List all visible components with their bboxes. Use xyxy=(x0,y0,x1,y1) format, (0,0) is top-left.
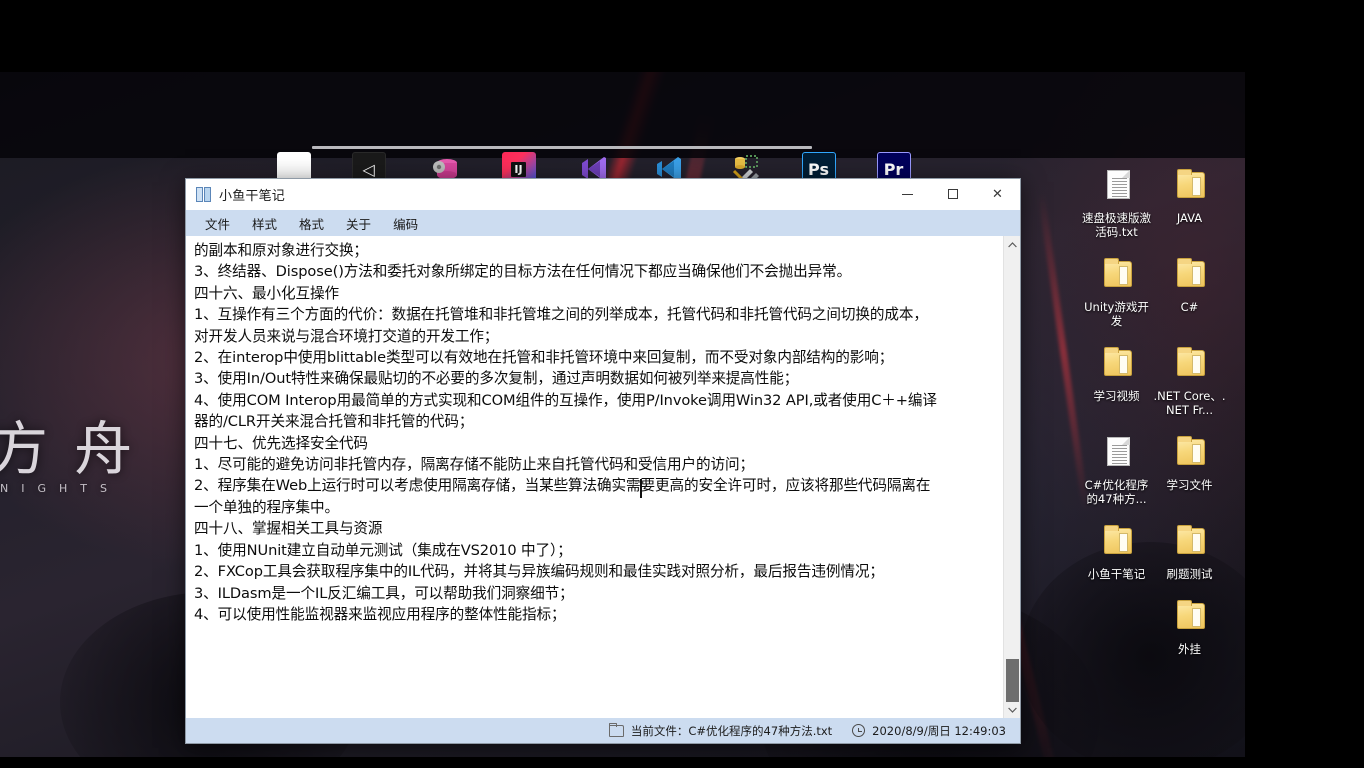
desktop-icon-folder-unity[interactable]: Unity游戏开发 xyxy=(1080,257,1153,328)
folder-icon xyxy=(1096,257,1138,297)
menu-item-file[interactable]: 文件 xyxy=(194,210,241,237)
text-file-icon xyxy=(1096,168,1138,208)
scrollbar-thumb[interactable] xyxy=(1006,659,1019,702)
scroll-up-arrow-icon[interactable] xyxy=(1004,236,1020,253)
editor-line: 的副本和原对象进行交换； xyxy=(194,242,368,259)
desktop: 方舟 NIGHTS ◁ Unity Hub ◁ Unity 2019.4.6..… xyxy=(0,0,1364,768)
menu-item-style[interactable]: 样式 xyxy=(241,210,288,237)
desktop-icon-text-file[interactable]: 速盘极速版激活码.txt xyxy=(1080,168,1153,239)
menu-item-encoding[interactable]: 编码 xyxy=(382,210,429,237)
letterbox-bottom xyxy=(0,757,1364,768)
folder-icon xyxy=(608,722,624,737)
folder-icon xyxy=(1169,599,1211,639)
status-current-file: 当前文件：C#优化程序的47种方法.txt xyxy=(630,723,833,738)
window-titlebar[interactable]: 小鱼干笔记 ✕ xyxy=(186,179,1020,210)
program-dock: ◁ Unity Hub ◁ Unity 2019.4.6... P xyxy=(0,72,1245,216)
desktop-icon-label: C# xyxy=(1180,300,1199,314)
menu-item-format[interactable]: 格式 xyxy=(288,210,335,237)
folder-icon xyxy=(1169,257,1211,297)
desktop-icon-label: JAVA xyxy=(1176,211,1203,225)
editor-line: 四十八、掌握相关工具与资源 xyxy=(194,520,383,538)
window-statusbar: 当前文件：C#优化程序的47种方法.txt 2020/8/9/周日 12:49:… xyxy=(186,718,1020,743)
text-file-icon xyxy=(1096,435,1138,475)
editor-line: 1、尽可能的避免访问非托管内存，隔离存储不能防止来自托管代码和受信用户的访问； xyxy=(194,456,754,474)
folder-icon xyxy=(1169,524,1211,564)
desktop-icon-folder-quiz[interactable]: 刷题测试 xyxy=(1153,524,1226,581)
desktop-icon-folder-study-video[interactable]: 学习视频 xyxy=(1080,346,1153,417)
desktop-icon-label: .NET Core、.NET Fr... xyxy=(1153,389,1226,417)
maximize-icon xyxy=(947,189,958,199)
minimize-button[interactable] xyxy=(885,179,930,210)
desktop-icon-folder-study-files[interactable]: 学习文件 xyxy=(1153,435,1226,506)
desktop-icon-label: 刷题测试 xyxy=(1166,567,1213,581)
window-title: 小鱼干笔记 xyxy=(219,188,286,204)
desktop-icon-label: Unity游戏开发 xyxy=(1084,300,1149,328)
editor-line: 2、程序集在Web上运行时可以考虑使用隔离存储，当某些算法确实需要更高的安全许可… xyxy=(194,477,931,495)
window-controls: ✕ xyxy=(885,179,1020,210)
letterbox-right xyxy=(1245,0,1364,768)
editor-area: 的副本和原对象进行交换； 3、终结器、Dispose()方法和委托对象所绑定的目… xyxy=(186,236,1020,718)
wallpaper-wordmark-cjk: 方舟 xyxy=(0,415,159,483)
editor-line: 1、互操作有三个方面的代价：数据在托管堆和非托管堆之间的列举成本，托管代码和非托… xyxy=(194,306,928,324)
maximize-button[interactable] xyxy=(930,179,975,210)
menu-item-about[interactable]: 关于 xyxy=(335,210,382,237)
dock-divider-line xyxy=(312,146,812,149)
desktop-icon-folder-java[interactable]: JAVA xyxy=(1153,168,1226,239)
notebook-icon xyxy=(196,186,212,202)
vertical-scrollbar[interactable] xyxy=(1003,236,1020,718)
editor-line: 2、FXCop工具会获取程序集中的IL代码，并将其与异族编码规则和最佳实践对照分… xyxy=(194,563,884,581)
editor-line: 对开发人员来说与混合环境打交道的开发工作； xyxy=(194,327,499,345)
editor-line: 器的/CLR开关来混合托管和非托管的代码； xyxy=(194,413,474,431)
editor-line: 3、ILDasm是一个IL反汇编工具，可以帮助我们洞察细节； xyxy=(194,584,574,602)
wallpaper-wordmark-latin: NIGHTS xyxy=(0,482,120,495)
folder-icon xyxy=(1169,346,1211,386)
desktop-icon-label: 外挂 xyxy=(1178,642,1201,656)
editor-line: 3、终结器、Dispose()方法和委托对象所绑定的目标方法在任何情况下都应当确… xyxy=(194,263,852,281)
folder-icon xyxy=(1096,346,1138,386)
window-menubar: 文件 样式 格式 关于 编码 xyxy=(186,210,1020,236)
desktop-icon-label: 速盘极速版激活码.txt xyxy=(1082,211,1151,239)
notepad-window[interactable]: 小鱼干笔记 ✕ 文件 样式 格式 关于 编码 的副本和原对象进行交换； 3、终结… xyxy=(185,178,1021,744)
status-datetime: 2020/8/9/周日 12:49:03 xyxy=(872,723,1006,738)
desktop-icon-folder-notes[interactable]: 小鱼干笔记 xyxy=(1080,524,1153,581)
editor-line: 4、使用COM Interop用最简单的方式实现和COM组件的互操作，使用P/I… xyxy=(194,391,937,409)
wallpaper-wordmark: 方舟 NIGHTS xyxy=(0,402,180,522)
desktop-icon-grid: 速盘极速版激活码.txt JAVA Unity游戏开发 C# 学习视频 .NET… xyxy=(1080,168,1226,656)
editor-line: 1、使用NUnit建立自动单元测试（集成在VS2010 中了）； xyxy=(194,541,572,559)
editor-line: 四十七、优先选择安全代码 xyxy=(194,434,368,452)
close-button[interactable]: ✕ xyxy=(975,179,1020,210)
text-caret xyxy=(640,479,642,498)
minimize-icon xyxy=(902,193,913,195)
editor-line: 3、使用In/Out特性来确保最贴切的不必要的多次复制，通过声明数据如何被列举来… xyxy=(194,370,799,388)
letterbox-top xyxy=(0,0,1364,72)
folder-icon xyxy=(1169,168,1211,208)
scroll-down-arrow-icon[interactable] xyxy=(1004,701,1020,718)
clock-icon xyxy=(852,724,866,737)
desktop-icon-folder-dotnet[interactable]: .NET Core、.NET Fr... xyxy=(1153,346,1226,417)
folder-icon xyxy=(1169,435,1211,475)
editor-line: 4、可以使用性能监视器来监视应用程序的整体性能指标； xyxy=(194,605,566,623)
desktop-icon-folder-csharp[interactable]: C# xyxy=(1153,257,1226,328)
desktop-icon-label: 学习视频 xyxy=(1093,389,1140,403)
editor-line: 四十六、最小化互操作 xyxy=(194,284,339,302)
editor-line: 2、在interop中使用blittable类型可以有效地在托管和非托管环境中来… xyxy=(194,349,894,367)
desktop-icon-label: 小鱼干笔记 xyxy=(1087,567,1146,581)
desktop-icon-label: 学习文件 xyxy=(1166,478,1213,492)
desktop-icon-label: C#优化程序的47种方... xyxy=(1084,478,1149,506)
desktop-icon-folder-plugins[interactable]: 外挂 xyxy=(1153,599,1226,656)
text-editor[interactable]: 的副本和原对象进行交换； 3、终结器、Dispose()方法和委托对象所绑定的目… xyxy=(186,236,1003,718)
desktop-icon-text-file-csharp-47[interactable]: C#优化程序的47种方... xyxy=(1080,435,1153,506)
close-icon: ✕ xyxy=(992,186,1003,202)
editor-line: 一个单独的程序集中。 xyxy=(194,498,339,516)
folder-icon xyxy=(1096,524,1138,564)
